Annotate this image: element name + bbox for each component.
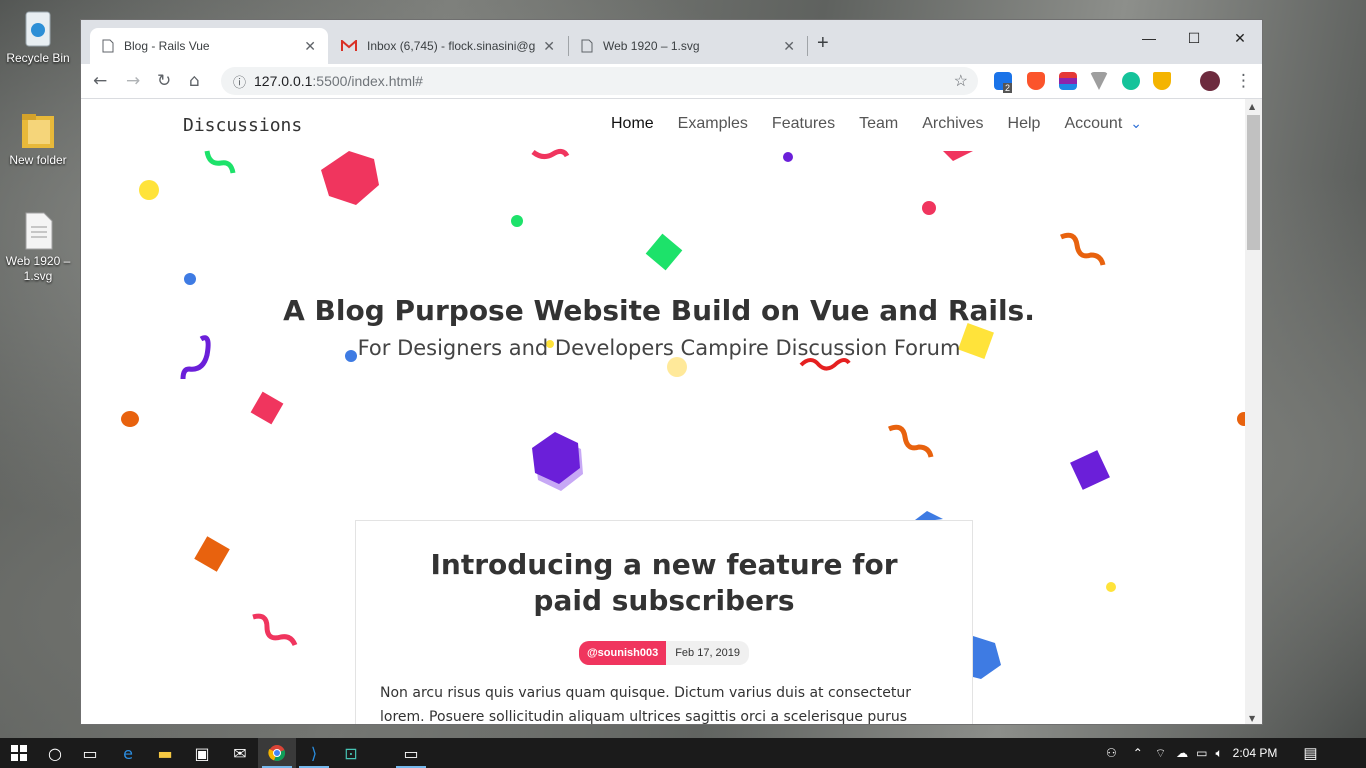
grammarly-icon[interactable] (1122, 72, 1140, 90)
minimize-button[interactable]: — (1126, 24, 1172, 52)
post-title[interactable]: Introducing a new feature for paid subsc… (356, 547, 972, 619)
info-icon[interactable]: ⓘ (233, 72, 246, 91)
taskbar: ○ ▭ e ▬ ▣ ✉ ⟩ ⊡ ▭ ⚇ ⌃ ⌔ ☁ ▭ 🔈︎ 2:04 PM ▤ (0, 738, 1366, 768)
tab-title: Web 1920 – 1.svg (603, 39, 700, 53)
menu-item-account[interactable]: Account (1064, 115, 1122, 133)
page-viewport: Discussions Home Examples Features Team … (81, 99, 1247, 725)
page-icon (102, 39, 114, 53)
extension-stripes-icon[interactable] (1059, 72, 1077, 90)
profile-avatar[interactable] (1200, 71, 1220, 91)
tab-separator (807, 36, 808, 56)
address-bar[interactable]: ⓘ 127.0.0.1:5500/index.html# ☆ (221, 67, 978, 95)
onedrive-cloud-icon[interactable]: ☁ (1176, 746, 1188, 760)
tab-svg-file[interactable]: Web 1920 – 1.svg ✕ (569, 28, 807, 64)
show-hidden-icons-chevron-icon[interactable]: ⌃ (1133, 746, 1143, 760)
desktop-icon-new-folder[interactable]: New folder (4, 110, 72, 168)
system-tray: ⚇ ⌃ ⌔ ☁ ▭ 🔈︎ 2:04 PM ▤ (1104, 738, 1366, 768)
post-date: Feb 17, 2019 (666, 641, 750, 665)
recycle-bin-icon (25, 11, 51, 47)
tab-close-icon[interactable]: ✕ (543, 38, 555, 55)
desktop-icon-label: Recycle Bin (6, 51, 70, 65)
menu-item-archives[interactable]: Archives (922, 115, 983, 133)
store-icon[interactable]: ▣ (183, 738, 221, 768)
chevron-down-icon[interactable]: ⌄ (1130, 116, 1142, 132)
tab-blog[interactable]: Blog - Rails Vue ✕ (90, 28, 328, 64)
menu-kebab-icon[interactable]: ⋮ (1235, 71, 1252, 91)
action-center-icon[interactable]: ▤ (1303, 744, 1317, 762)
post-author-badge[interactable]: @sounish003 (578, 641, 667, 665)
file-explorer-icon[interactable]: ▬ (146, 738, 184, 768)
vscode-icon[interactable]: ⟩ (295, 738, 333, 768)
volume-icon[interactable]: 🔈︎ (1215, 746, 1222, 761)
reload-icon[interactable]: ↻ (157, 71, 171, 91)
page-scrollbar[interactable]: ▲ ▼ (1245, 99, 1262, 724)
tab-inbox[interactable]: Inbox (6,745) - flock.sinasini@gm ✕ (329, 28, 567, 64)
site-brand[interactable]: Discussions (183, 115, 302, 136)
post-meta: @sounish003 Feb 17, 2019 (356, 641, 972, 665)
page-icon (581, 39, 593, 53)
post-card[interactable]: Introducing a new feature for paid subsc… (355, 520, 973, 725)
command-prompt-icon[interactable]: ▭ (392, 738, 430, 768)
menu-item-home[interactable]: Home (611, 115, 654, 133)
scroll-up-icon[interactable]: ▲ (1249, 102, 1255, 111)
browser-window: Blog - Rails Vue ✕ Inbox (6,745) - flock… (80, 19, 1263, 725)
bookmark-star-icon[interactable]: ☆ (954, 71, 968, 91)
battery-icon[interactable]: ▭ (1196, 746, 1207, 760)
site-navbar: Discussions Home Examples Features Team … (81, 99, 1247, 151)
hero-subtitle: For Designers and Developers Campire Dis… (357, 336, 961, 360)
url-path: :5500/index.html# (312, 73, 423, 89)
chrome-icon[interactable] (258, 738, 296, 768)
tab-title: Inbox (6,745) - flock.sinasini@gm (367, 39, 536, 53)
close-window-button[interactable]: ✕ (1217, 24, 1262, 52)
tab-close-icon[interactable]: ✕ (783, 38, 795, 55)
scrollbar-thumb[interactable] (1247, 115, 1260, 250)
people-icon[interactable]: ⚇ (1106, 746, 1117, 760)
maximize-button[interactable]: ☐ (1171, 24, 1217, 52)
windows-logo-icon (11, 745, 27, 761)
gmail-icon (341, 40, 357, 51)
start-button[interactable] (0, 738, 38, 768)
menu-item-examples[interactable]: Examples (678, 115, 748, 133)
url-host: 127.0.0.1 (254, 73, 313, 89)
vue-devtools-icon[interactable] (1090, 72, 1108, 90)
folder-icon (22, 114, 54, 148)
home-icon[interactable]: ⌂ (189, 71, 200, 91)
browser-toolbar: ← → ↻ ⌂ ⓘ 127.0.0.1:5500/index.html# ☆ 2… (81, 64, 1262, 99)
tab-title: Blog - Rails Vue (124, 39, 210, 53)
file-icon (25, 212, 53, 250)
hero-title: A Blog Purpose Website Build on Vue and … (283, 294, 1035, 327)
new-tab-button[interactable]: + (817, 32, 829, 55)
forward-icon[interactable]: → (126, 71, 140, 91)
wifi-icon[interactable]: ⌔ (1155, 746, 1166, 761)
menu-item-team[interactable]: Team (859, 115, 898, 133)
clock-time[interactable]: 2:04 PM (1233, 746, 1278, 760)
scroll-down-icon[interactable]: ▼ (1249, 714, 1255, 723)
post-excerpt: Non arcu risus quis varius quam quisque.… (380, 685, 911, 725)
chrome-logo-icon (268, 745, 286, 762)
site-menu: Home Examples Features Team Archives Hel… (587, 115, 1142, 133)
tab-close-icon[interactable]: ✕ (304, 38, 316, 55)
menu-item-help[interactable]: Help (1008, 115, 1041, 133)
extension-cup-icon[interactable] (1153, 72, 1171, 90)
task-view-icon[interactable]: ▭ (71, 738, 109, 768)
mail-icon[interactable]: ✉ (221, 738, 259, 768)
desktop-icon-label: Web 1920 – 1.svg (5, 254, 71, 283)
terminal-app-icon[interactable]: ⊡ (332, 738, 370, 768)
desktop-icon-recycle-bin[interactable]: Recycle Bin (4, 8, 72, 66)
search-icon[interactable]: ○ (36, 738, 74, 768)
brave-shield-icon[interactable] (1027, 72, 1045, 90)
tab-strip: Blog - Rails Vue ✕ Inbox (6,745) - flock… (81, 20, 1262, 64)
edge-icon[interactable]: e (109, 738, 147, 768)
desktop-icon-label: New folder (9, 153, 67, 167)
back-icon[interactable]: ← (93, 71, 107, 91)
menu-item-features[interactable]: Features (772, 115, 835, 133)
desktop-icon-svg-file[interactable]: Web 1920 – 1.svg (4, 211, 72, 284)
extension-badge: 2 (1003, 83, 1013, 93)
